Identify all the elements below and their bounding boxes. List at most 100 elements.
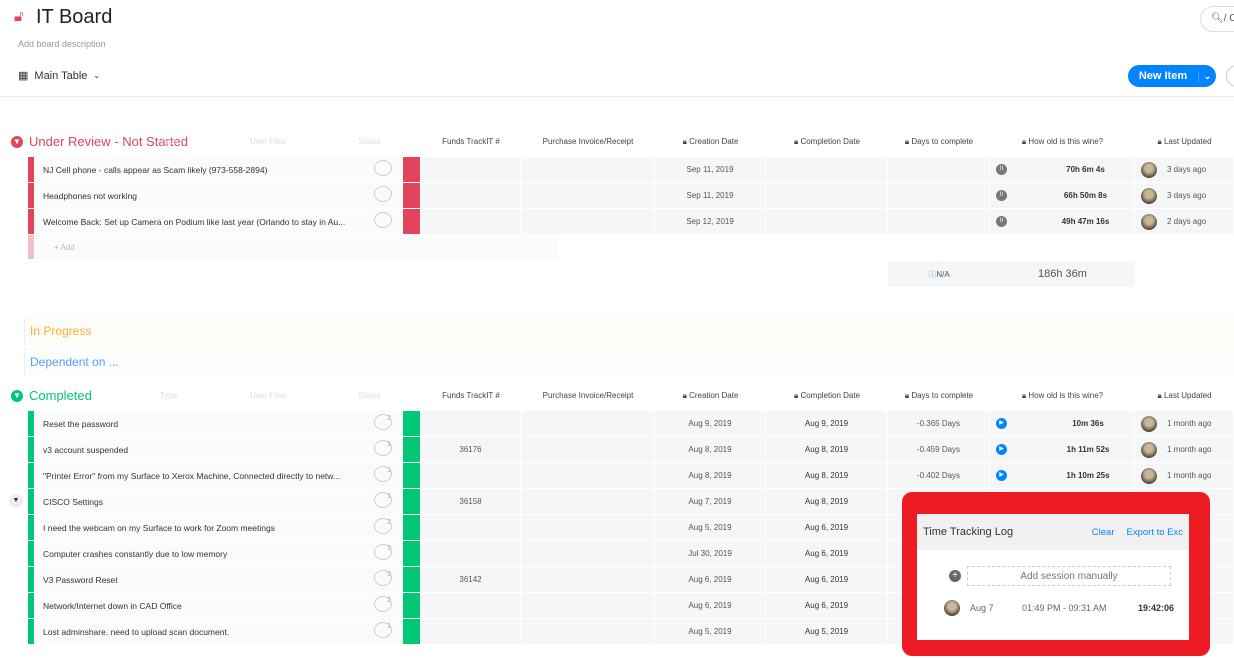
item-name[interactable]: Network/Internet down in CAD Office [34, 593, 403, 618]
column-header[interactable]: Funds TrackIT # [421, 137, 521, 146]
item-name[interactable]: Welcome Back: Set up Camera on Podium li… [34, 209, 403, 234]
cell-2[interactable]: Aug 5, 2019 [655, 619, 766, 644]
updates-bubble-icon[interactable] [374, 186, 392, 202]
table-row[interactable]: v3 account suspended 1 36176 Aug 8, 2019 Aug… [28, 437, 1234, 462]
pause-icon[interactable]: II [996, 216, 1007, 227]
cell-1[interactable] [521, 157, 655, 182]
cell-4[interactable] [888, 157, 990, 182]
column-header[interactable]: 🔒︎ Days to complete [888, 391, 990, 401]
status-cell[interactable] [403, 437, 421, 462]
cell-0[interactable] [421, 515, 521, 540]
cell-3[interactable]: Aug 6, 2019 [766, 567, 888, 592]
updates-bubble-icon[interactable]: 2 [374, 518, 392, 534]
play-icon[interactable]: ▶ [996, 418, 1007, 429]
cell-1[interactable] [521, 183, 655, 208]
clear-link[interactable]: Clear [1092, 527, 1115, 538]
cell-1[interactable] [521, 567, 655, 592]
cell-2[interactable]: Aug 8, 2019 [655, 437, 766, 462]
column-header[interactable]: 🔒︎ How old is this wine? [990, 137, 1135, 147]
cell-3[interactable] [766, 183, 888, 208]
cell-0[interactable] [421, 411, 521, 436]
status-cell[interactable] [403, 489, 421, 514]
status-cell[interactable] [403, 567, 421, 592]
cell-1[interactable] [521, 515, 655, 540]
board-title[interactable]: IT Board [36, 6, 112, 29]
cell-3[interactable]: Aug 8, 2019 [766, 463, 888, 488]
more-button[interactable] [1226, 65, 1234, 87]
column-header[interactable]: Funds TrackIT # [421, 391, 521, 400]
column-header[interactable]: 🔒︎ Completion Date [766, 137, 888, 147]
cell-3[interactable]: Aug 5, 2019 [766, 619, 888, 644]
collapse-icon[interactable]: ▼ [11, 135, 23, 148]
status-cell[interactable] [403, 619, 421, 644]
cell-6[interactable]: 1 month ago [1135, 463, 1234, 488]
column-header[interactable]: Purchase Invoice/Receipt [521, 137, 655, 146]
cell-3[interactable]: Aug 6, 2019 [766, 593, 888, 618]
search-button[interactable]: 🔍︎/ C [1200, 6, 1234, 32]
cell-4[interactable]: -0.459 Days [888, 437, 990, 462]
add-item-row[interactable]: + Add [28, 235, 558, 259]
status-cell[interactable] [403, 593, 421, 618]
cell-6[interactable]: 1 month ago [1135, 437, 1234, 462]
cell-2[interactable]: Sep 11, 2019 [655, 157, 766, 182]
collapse-icon[interactable]: ▼ [11, 389, 23, 402]
cell-2[interactable]: Aug 6, 2019 [655, 593, 766, 618]
cell-5[interactable]: ▶ 1h 10m 25s [990, 463, 1135, 488]
column-header[interactable]: 🔒︎ Last Updated [1135, 137, 1234, 147]
cell-2[interactable]: Aug 5, 2019 [655, 515, 766, 540]
updates-bubble-icon[interactable]: 3 [374, 570, 392, 586]
cell-1[interactable] [521, 437, 655, 462]
table-row[interactable]: Reset the password 2 Aug 9, 2019 Aug 9, 201… [28, 411, 1234, 436]
cell-5[interactable]: II 49h 47m 16s [990, 209, 1135, 234]
chevron-down-icon[interactable]: ⌄ [1198, 70, 1216, 82]
cell-1[interactable] [521, 593, 655, 618]
cell-1[interactable] [521, 489, 655, 514]
group-in-progress[interactable]: In Progress [24, 318, 1234, 345]
column-header[interactable]: 🔒︎ Creation Date [655, 137, 766, 147]
cell-0[interactable] [421, 183, 521, 208]
item-name[interactable]: Lost adminshare. need to upload scan doc… [34, 619, 403, 644]
cell-6[interactable]: 3 days ago [1135, 157, 1234, 182]
cell-1[interactable] [521, 209, 655, 234]
table-row[interactable]: NJ Cell phone - calls appear as Scam lik… [28, 157, 1234, 182]
updates-bubble-icon[interactable]: 3 [374, 544, 392, 560]
cell-2[interactable]: Aug 9, 2019 [655, 411, 766, 436]
cell-0[interactable] [421, 209, 521, 234]
cell-1[interactable] [521, 463, 655, 488]
status-cell[interactable] [403, 183, 421, 208]
table-row[interactable]: Headphones not working Sep 11, 2019 II 66h … [28, 183, 1234, 208]
status-cell[interactable] [403, 515, 421, 540]
column-header[interactable]: 🔒︎ Completion Date [766, 391, 888, 401]
item-name[interactable]: v3 account suspended [34, 437, 403, 462]
status-cell[interactable] [403, 157, 421, 182]
cell-3[interactable]: Aug 6, 2019 [766, 541, 888, 566]
status-cell[interactable] [403, 411, 421, 436]
cell-3[interactable]: Aug 6, 2019 [766, 515, 888, 540]
cell-0[interactable]: 36142 [421, 567, 521, 592]
table-row[interactable]: "Printer Error" from my Surface to Xerox… [28, 463, 1234, 488]
updates-bubble-icon[interactable]: 2 [374, 596, 392, 612]
cell-6[interactable]: 2 days ago [1135, 209, 1234, 234]
cell-3[interactable] [766, 209, 888, 234]
cell-2[interactable]: Aug 6, 2019 [655, 567, 766, 592]
status-cell[interactable] [403, 209, 421, 234]
add-icon[interactable]: + [949, 570, 961, 582]
play-icon[interactable]: ▶ [996, 470, 1007, 481]
cell-5[interactable]: ▶ 10m 36s [990, 411, 1135, 436]
item-name[interactable]: Reset the password [34, 411, 403, 436]
cell-3[interactable]: Aug 8, 2019 [766, 437, 888, 462]
export-link[interactable]: Export to Exc [1127, 527, 1184, 538]
cell-6[interactable]: 1 month ago [1135, 411, 1234, 436]
cell-0[interactable] [421, 593, 521, 618]
cell-3[interactable]: Aug 8, 2019 [766, 489, 888, 514]
cell-0[interactable] [421, 619, 521, 644]
cell-4[interactable]: -0.365 Days [888, 411, 990, 436]
item-name[interactable]: Computer crashes constantly due to low m… [34, 541, 403, 566]
cell-0[interactable] [421, 463, 521, 488]
cell-0[interactable] [421, 157, 521, 182]
item-name[interactable]: Headphones not working [34, 183, 403, 208]
item-name[interactable]: CISCO Settings [34, 489, 403, 514]
group-dependent[interactable]: Dependent on ... [24, 348, 1234, 376]
column-header[interactable]: 🔒︎ Creation Date [655, 391, 766, 401]
expand-row-icon[interactable]: ▼ [9, 494, 23, 508]
